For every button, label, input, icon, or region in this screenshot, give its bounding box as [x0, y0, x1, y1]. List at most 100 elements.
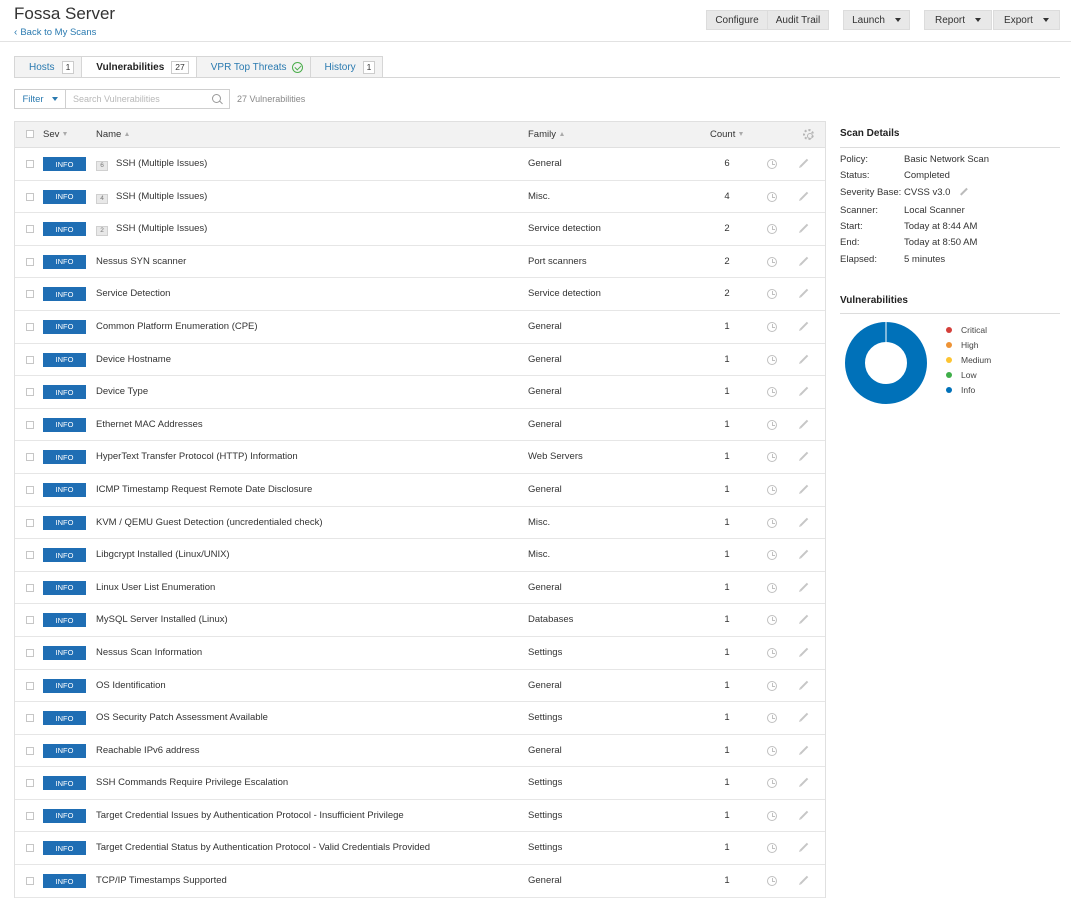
- edit-pencil-icon[interactable]: [799, 158, 809, 168]
- snooze-clock-icon[interactable]: [767, 778, 777, 789]
- edit-pencil-icon[interactable]: [799, 778, 809, 787]
- row-checkbox[interactable]: [26, 811, 34, 820]
- snooze-clock-icon[interactable]: [767, 191, 777, 202]
- tab-history[interactable]: History 1: [309, 56, 384, 77]
- tab-hosts[interactable]: Hosts 1: [14, 56, 83, 77]
- edit-pencil-icon[interactable]: [799, 549, 809, 559]
- edit-pencil-icon[interactable]: [799, 712, 809, 722]
- table-row[interactable]: INFO KVM / QEMU Guest Detection (uncreden…: [15, 507, 825, 540]
- table-row[interactable]: INFO Ethernet MAC Addresses General 1: [15, 409, 825, 442]
- row-checkbox[interactable]: [26, 518, 34, 527]
- export-button[interactable]: Export: [993, 10, 1060, 30]
- row-checkbox[interactable]: [26, 844, 34, 853]
- snooze-clock-icon[interactable]: [767, 452, 777, 463]
- edit-pencil-icon[interactable]: [799, 875, 809, 885]
- table-row[interactable]: INFO Device Hostname General 1: [15, 344, 825, 377]
- snooze-clock-icon[interactable]: [767, 745, 777, 756]
- search-input[interactable]: [66, 89, 230, 109]
- row-checkbox[interactable]: [26, 583, 34, 592]
- snooze-clock-icon[interactable]: [767, 550, 777, 561]
- edit-pencil-icon[interactable]: [799, 223, 809, 233]
- row-checkbox[interactable]: [26, 322, 34, 331]
- launch-button[interactable]: Launch: [843, 10, 910, 30]
- row-checkbox[interactable]: [26, 257, 34, 266]
- row-checkbox[interactable]: [26, 616, 34, 625]
- table-row[interactable]: INFO OS Identification General 1: [15, 670, 825, 703]
- row-checkbox[interactable]: [26, 714, 34, 723]
- configure-button[interactable]: Configure: [706, 10, 768, 30]
- snooze-clock-icon[interactable]: [767, 615, 777, 626]
- audit-trail-button[interactable]: Audit Trail: [767, 10, 829, 30]
- row-checkbox[interactable]: [26, 225, 34, 234]
- table-row[interactable]: INFO 2 SSH (Multiple Issues) Service detect…: [15, 213, 825, 246]
- edit-pencil-icon[interactable]: [799, 615, 809, 624]
- row-checkbox[interactable]: [26, 877, 34, 886]
- col-sev[interactable]: Sev: [43, 129, 68, 140]
- snooze-clock-icon[interactable]: [767, 647, 777, 658]
- search-icon[interactable]: [212, 94, 221, 103]
- table-row[interactable]: INFO Nessus SYN scanner Port scanners 2: [15, 246, 825, 279]
- edit-pencil-icon[interactable]: [799, 419, 809, 428]
- back-to-scans-link[interactable]: ‹ Back to My Scans: [14, 27, 96, 38]
- row-checkbox[interactable]: [26, 648, 34, 657]
- snooze-clock-icon[interactable]: [767, 680, 777, 691]
- table-row[interactable]: INFO ICMP Timestamp Request Remote Date D…: [15, 474, 825, 507]
- edit-pencil-icon[interactable]: [799, 582, 809, 591]
- table-row[interactable]: INFO SSH Commands Require Privilege Escal…: [15, 767, 825, 800]
- edit-pencil-icon[interactable]: [799, 289, 809, 298]
- row-checkbox[interactable]: [26, 290, 34, 299]
- col-family[interactable]: Family: [528, 129, 564, 140]
- edit-pencil-icon[interactable]: [799, 843, 809, 852]
- table-row[interactable]: INFO Libgcrypt Installed (Linux/UNIX) Misc…: [15, 539, 825, 572]
- col-count[interactable]: Count: [710, 129, 744, 140]
- edit-pencil-icon[interactable]: [799, 321, 809, 331]
- table-row[interactable]: INFO Target Credential Status by Authenti…: [15, 832, 825, 866]
- edit-pencil-icon[interactable]: [799, 647, 809, 657]
- table-row[interactable]: INFO Device Type General 1: [15, 376, 825, 409]
- edit-pencil-icon[interactable]: [799, 354, 809, 363]
- table-row[interactable]: INFO Common Platform Enumeration (CPE) Gen…: [15, 311, 825, 344]
- table-row[interactable]: INFO Service Detection Service detection 2: [15, 278, 825, 311]
- table-row[interactable]: INFO 4 SSH (Multiple Issues) Misc. 4: [15, 181, 825, 214]
- table-row[interactable]: INFO MySQL Server Installed (Linux) Databa…: [15, 604, 825, 637]
- snooze-clock-icon[interactable]: [767, 582, 777, 593]
- report-button[interactable]: Report: [924, 10, 992, 30]
- snooze-clock-icon[interactable]: [767, 810, 777, 821]
- snooze-clock-icon[interactable]: [767, 387, 777, 398]
- tab-vulnerabilities[interactable]: Vulnerabilities 27: [81, 56, 197, 78]
- gear-icon[interactable]: [803, 129, 814, 140]
- edit-pencil-icon[interactable]: [799, 191, 809, 200]
- table-row[interactable]: INFO Target Credential Issues by Authenti…: [15, 800, 825, 833]
- snooze-clock-icon[interactable]: [767, 713, 777, 724]
- snooze-clock-icon[interactable]: [767, 224, 777, 235]
- edit-pencil-icon[interactable]: [799, 745, 809, 754]
- row-checkbox[interactable]: [26, 551, 34, 560]
- filter-button[interactable]: Filter: [14, 89, 66, 109]
- row-checkbox[interactable]: [26, 746, 34, 755]
- edit-pencil-icon[interactable]: [799, 517, 809, 526]
- snooze-clock-icon[interactable]: [767, 419, 777, 430]
- edit-pencil-icon[interactable]: [960, 187, 968, 196]
- edit-pencil-icon[interactable]: [799, 256, 809, 266]
- snooze-clock-icon[interactable]: [767, 843, 777, 854]
- select-all-checkbox[interactable]: [26, 130, 34, 138]
- tab-vpr-top-threats[interactable]: VPR Top Threats: [195, 56, 311, 77]
- snooze-clock-icon[interactable]: [767, 354, 777, 365]
- table-row[interactable]: INFO Nessus Scan Information Settings 1: [15, 637, 825, 670]
- row-checkbox[interactable]: [26, 681, 34, 690]
- col-name[interactable]: Name: [96, 129, 130, 140]
- row-checkbox[interactable]: [26, 420, 34, 429]
- snooze-clock-icon[interactable]: [767, 159, 777, 169]
- snooze-clock-icon[interactable]: [767, 256, 777, 267]
- snooze-clock-icon[interactable]: [767, 289, 777, 300]
- table-row[interactable]: INFO TCP/IP Timestamps Supported General 1: [15, 865, 825, 898]
- snooze-clock-icon[interactable]: [767, 321, 777, 332]
- edit-pencil-icon[interactable]: [799, 452, 809, 461]
- snooze-clock-icon[interactable]: [767, 876, 777, 887]
- row-checkbox[interactable]: [26, 485, 34, 494]
- edit-pencil-icon[interactable]: [799, 810, 809, 820]
- table-row[interactable]: INFO OS Security Patch Assessment Availab…: [15, 702, 825, 735]
- row-checkbox[interactable]: [26, 192, 34, 201]
- table-row[interactable]: INFO Reachable IPv6 address General 1: [15, 735, 825, 768]
- row-checkbox[interactable]: [26, 355, 34, 364]
